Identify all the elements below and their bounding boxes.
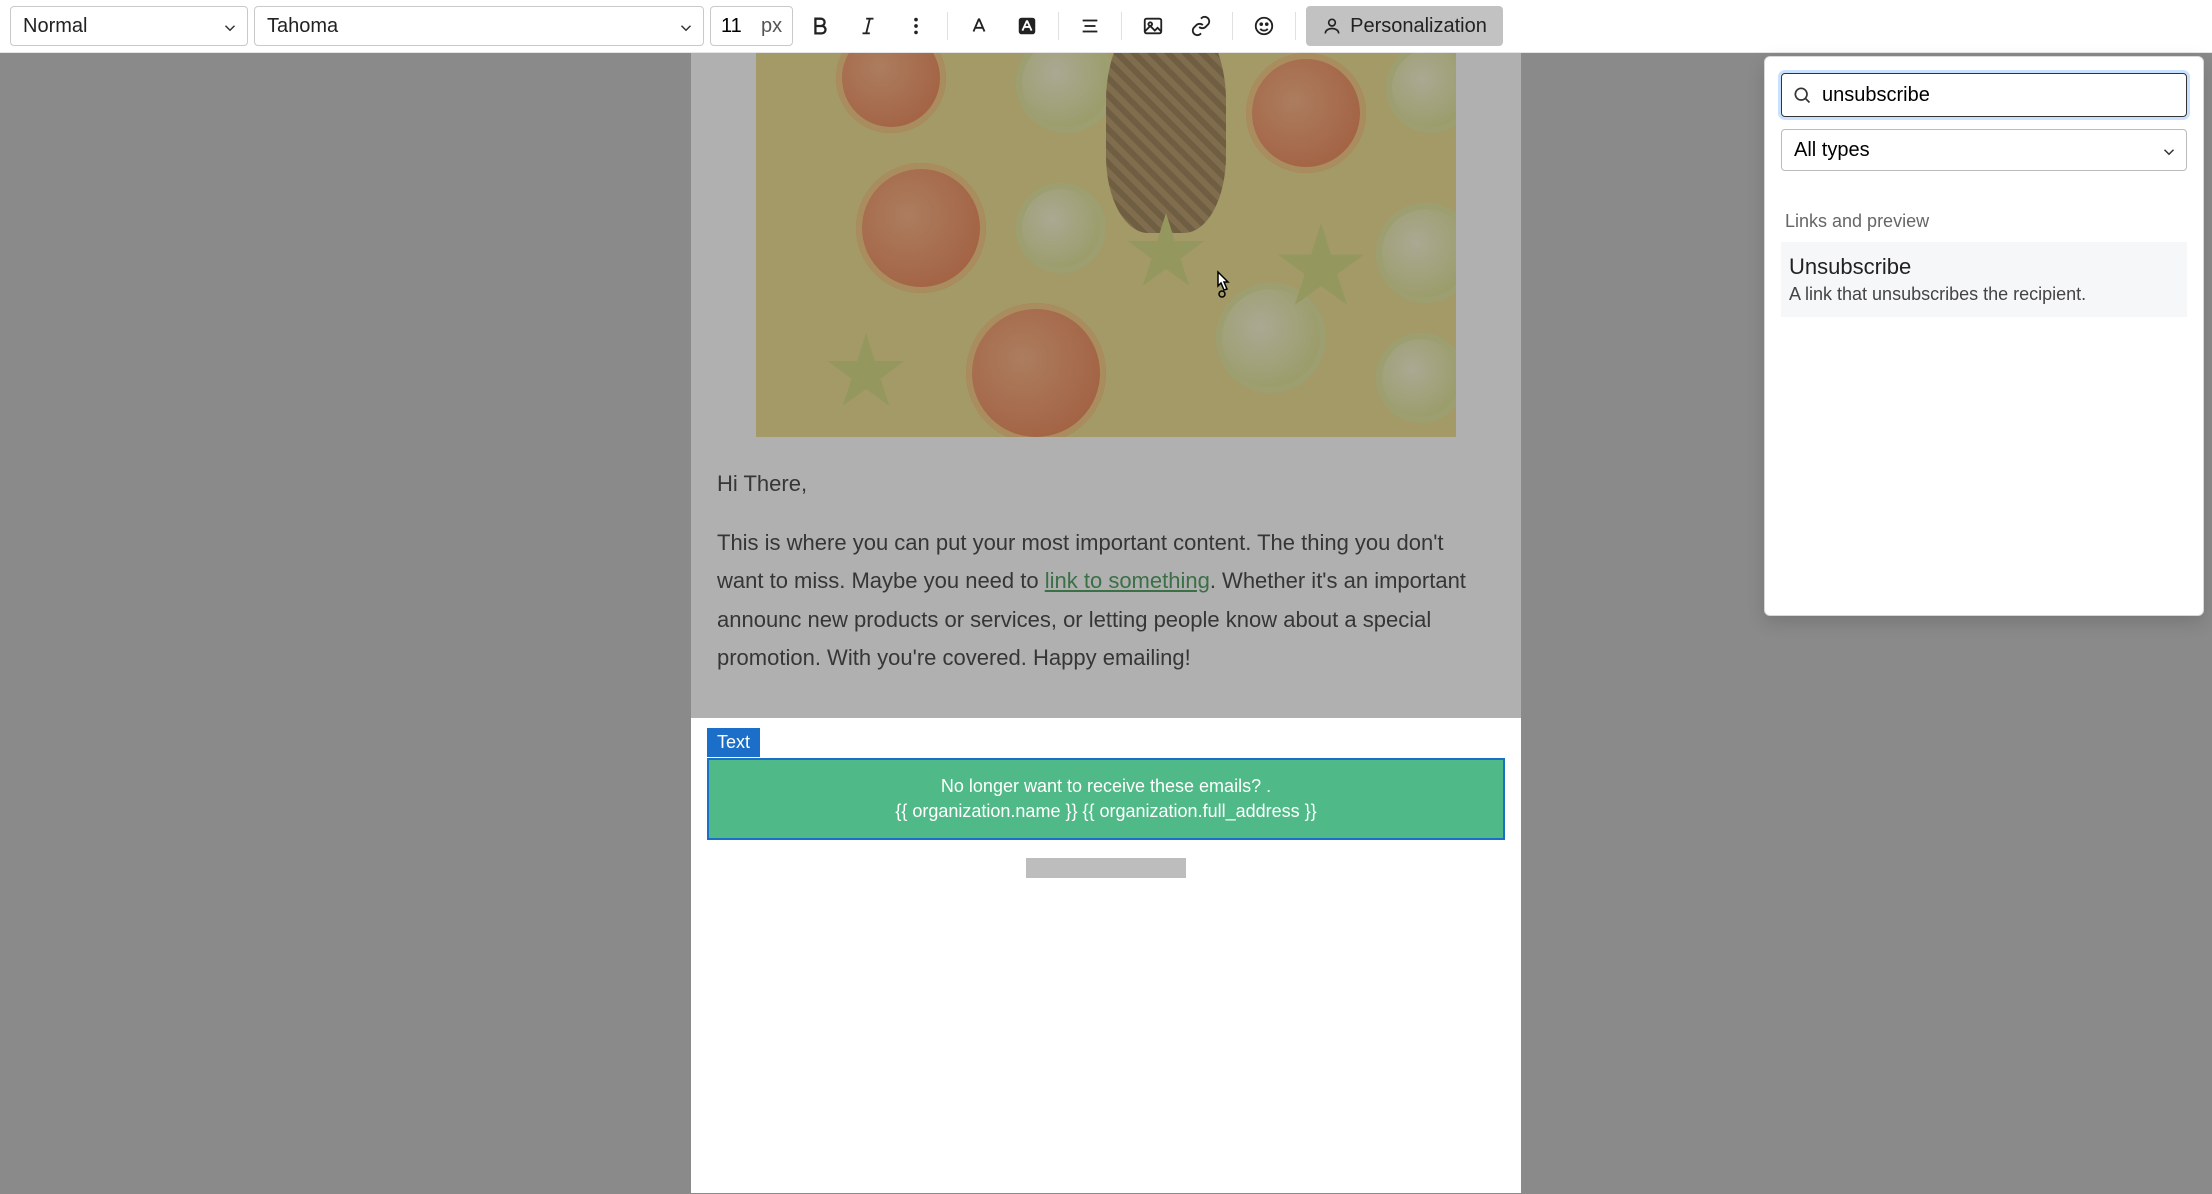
font-size-input[interactable]: [721, 15, 757, 38]
align-button[interactable]: [1069, 6, 1111, 46]
emoji-button[interactable]: [1243, 6, 1285, 46]
footer-content[interactable]: No longer want to receive these emails? …: [707, 758, 1505, 840]
insert-link-button[interactable]: [1180, 6, 1222, 46]
personalization-types-select[interactable]: All types: [1781, 129, 2187, 171]
drag-handle[interactable]: [1026, 858, 1186, 878]
email-body-link[interactable]: link to something: [1045, 568, 1210, 593]
italic-button[interactable]: [847, 6, 889, 46]
highlight-color-button[interactable]: [1006, 6, 1048, 46]
paragraph-style-select[interactable]: Normal: [10, 6, 248, 46]
person-icon: [1322, 16, 1342, 36]
editor-toolbar: Normal Tahoma px: [0, 0, 2212, 53]
separator: [1121, 12, 1122, 40]
search-icon: [1792, 85, 1812, 105]
more-formatting-button[interactable]: [895, 6, 937, 46]
results-section-label: Links and preview: [1781, 211, 2187, 242]
separator: [1058, 12, 1059, 40]
hero-image[interactable]: [756, 53, 1456, 437]
email-greeting: Hi There,: [717, 465, 1495, 504]
font-family-value: Tahoma: [267, 15, 338, 38]
personalization-result-unsubscribe[interactable]: Unsubscribe A link that unsubscribes the…: [1781, 242, 2187, 317]
font-family-select[interactable]: Tahoma: [254, 6, 704, 46]
personalization-dropdown: All types Links and preview Unsubscribe …: [1764, 56, 2204, 616]
separator: [1295, 12, 1296, 40]
personalization-search[interactable]: [1781, 73, 2187, 117]
email-canvas[interactable]: Hi There, This is where you can put your…: [691, 53, 1521, 1193]
footer-text-block[interactable]: Text No longer want to receive these ema…: [691, 718, 1521, 908]
font-size-unit: px: [761, 15, 782, 38]
block-type-tag: Text: [707, 728, 760, 757]
chevron-down-icon: [221, 19, 235, 33]
bold-button[interactable]: [799, 6, 841, 46]
footer-line-1: No longer want to receive these emails? …: [719, 774, 1493, 799]
insert-image-button[interactable]: [1132, 6, 1174, 46]
chevron-down-icon: [2160, 143, 2174, 157]
separator: [1232, 12, 1233, 40]
result-description: A link that unsubscribes the recipient.: [1789, 284, 2179, 305]
font-size-group[interactable]: px: [710, 6, 793, 46]
personalization-label: Personalization: [1350, 15, 1487, 38]
types-select-value: All types: [1794, 139, 1870, 162]
personalization-button[interactable]: Personalization: [1306, 6, 1503, 46]
text-color-button[interactable]: [958, 6, 1000, 46]
footer-line-2: {{ organization.name }} {{ organization.…: [719, 799, 1493, 824]
paragraph-style-value: Normal: [23, 15, 87, 38]
personalization-search-input[interactable]: [1822, 84, 2176, 107]
email-paragraph: This is where you can put your most impo…: [717, 524, 1495, 678]
result-title: Unsubscribe: [1789, 254, 2179, 280]
chevron-down-icon: [677, 19, 691, 33]
separator: [947, 12, 948, 40]
email-body[interactable]: Hi There, This is where you can put your…: [691, 437, 1521, 718]
